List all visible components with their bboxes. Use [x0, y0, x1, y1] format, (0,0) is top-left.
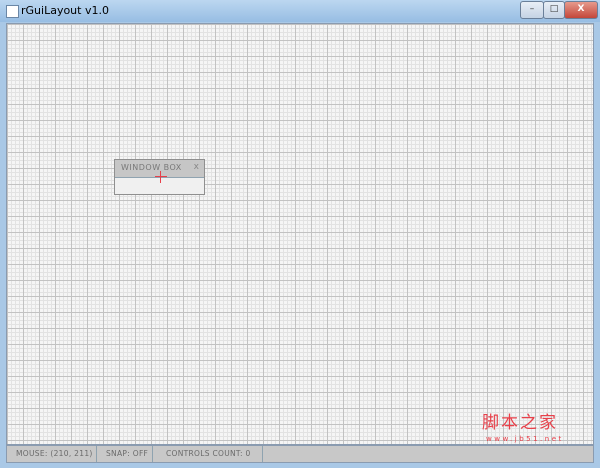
controls-count: CONTROLS COUNT: 0 [153, 446, 263, 462]
watermark-title: 脚本之家 [482, 413, 558, 433]
window-box-close-icon[interactable]: x [194, 162, 199, 172]
crosshair-cursor-icon [155, 171, 167, 183]
window-title: rGuiLayout v1.0 [21, 4, 109, 17]
layout-canvas[interactable] [6, 23, 594, 445]
close-button[interactable]: X [564, 1, 598, 19]
minimize-button[interactable]: – [520, 1, 544, 19]
snap-status: SNAP: OFF [97, 446, 153, 462]
status-empty [263, 446, 593, 462]
watermark-url: www.jb51.net [486, 435, 564, 443]
app-icon [6, 5, 19, 18]
window-box-title: WINDOW BOX [121, 163, 182, 172]
title-bar: rGuiLayout v1.0 – □ X [0, 0, 600, 22]
mouse-position: MOUSE: (210, 211) [7, 446, 97, 462]
watermark: 脚本之家 www.jb51.net [482, 408, 564, 443]
maximize-button[interactable]: □ [543, 1, 565, 19]
status-bar: MOUSE: (210, 211) SNAP: OFF CONTROLS COU… [6, 445, 594, 463]
